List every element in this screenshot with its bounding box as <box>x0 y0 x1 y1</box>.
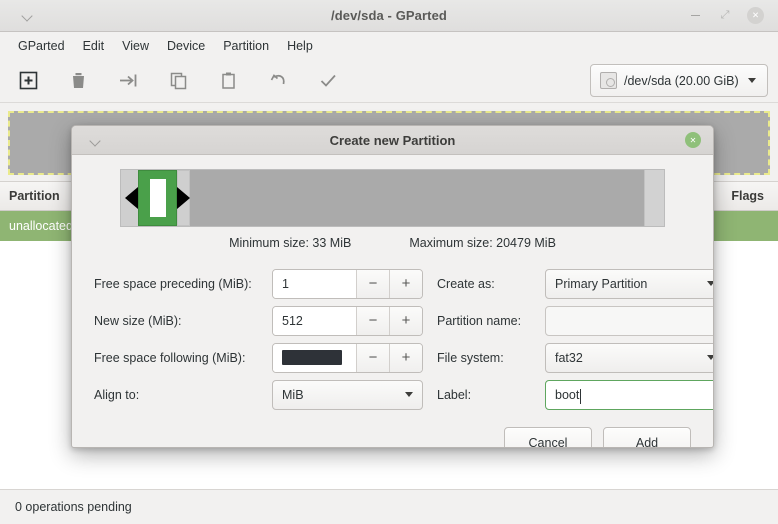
label-field-input[interactable]: boot <box>545 380 714 410</box>
resize-move-button[interactable] <box>110 66 146 96</box>
dialog-form: Free space preceding (MiB): 1 − + New si… <box>94 265 691 413</box>
statusbar-text: 0 operations pending <box>15 500 132 514</box>
visualizer-partition-fill <box>150 179 166 217</box>
titlebar-left-controls <box>0 12 70 19</box>
free-space-following-minus-button[interactable]: − <box>356 344 389 372</box>
apply-button[interactable] <box>310 66 346 96</box>
partition-visualizer[interactable] <box>120 169 665 227</box>
free-space-following-stepper[interactable]: − + <box>272 343 423 373</box>
create-as-dropdown[interactable]: Primary Partition <box>545 269 714 299</box>
new-size-label: New size (MiB): <box>94 314 272 328</box>
dialog-title: Create new Partition <box>72 133 713 148</box>
new-size-plus-button[interactable]: + <box>389 307 422 335</box>
device-selector[interactable]: /dev/sda (20.00 GiB) <box>590 64 768 97</box>
toolbar: /dev/sda (20.00 GiB) <box>0 59 778 103</box>
partition-visualizer-wrap: Minimum size: 33 MiB Maximum size: 20479… <box>94 169 691 250</box>
new-size-stepper[interactable]: 512 − + <box>272 306 423 336</box>
align-to-value: MiB <box>282 388 304 402</box>
visualizer-unallocated <box>190 170 644 226</box>
menu-view[interactable]: View <box>113 36 158 56</box>
device-selector-label: /dev/sda (20.00 GiB) <box>624 74 739 88</box>
row-free-space-preceding: Free space preceding (MiB): 1 − + <box>94 265 423 302</box>
form-left-column: Free space preceding (MiB): 1 − + New si… <box>94 265 423 413</box>
visualizer-new-partition[interactable] <box>138 170 177 226</box>
row-align-to: Align to: MiB <box>94 376 423 413</box>
file-system-label: File system: <box>437 351 545 365</box>
partition-name-label: Partition name: <box>437 314 545 328</box>
row-label: Label: boot <box>437 376 714 413</box>
redacted-value-block <box>282 350 342 365</box>
close-window-button[interactable] <box>747 7 764 24</box>
delete-partition-button[interactable] <box>60 66 96 96</box>
undo-button[interactable] <box>260 66 296 96</box>
maximum-size-label: Maximum size: 20479 MiB <box>409 236 556 250</box>
align-to-label: Align to: <box>94 388 272 402</box>
close-dialog-button[interactable] <box>685 132 701 148</box>
chevron-down-icon <box>707 355 714 360</box>
form-right-column: Create as: Primary Partition Partition n… <box>423 265 714 413</box>
free-space-preceding-label: Free space preceding (MiB): <box>94 277 272 291</box>
resize-left-arrow-icon[interactable] <box>125 187 138 209</box>
size-hints: Minimum size: 33 MiB Maximum size: 20479… <box>120 236 665 250</box>
dialog-titlebar: Create new Partition <box>72 126 713 155</box>
maximize-button[interactable] <box>717 8 733 24</box>
label-field-label: Label: <box>437 388 545 402</box>
menubar: GParted Edit View Device Partition Help <box>0 32 778 59</box>
free-space-preceding-input[interactable]: 1 <box>273 270 356 298</box>
free-space-following-input[interactable] <box>273 344 356 372</box>
create-as-value: Primary Partition <box>555 277 647 291</box>
cancel-button[interactable]: Cancel <box>504 427 592 448</box>
resize-right-arrow-icon[interactable] <box>177 187 190 209</box>
visualizer-right-handle[interactable] <box>644 170 664 226</box>
create-new-partition-dialog: Create new Partition Mini <box>71 125 714 448</box>
free-space-preceding-minus-button[interactable]: − <box>356 270 389 298</box>
menu-gparted[interactable]: GParted <box>9 36 74 56</box>
add-button[interactable]: Add <box>603 427 691 448</box>
chevron-down-icon <box>707 281 714 286</box>
free-space-preceding-stepper[interactable]: 1 − + <box>272 269 423 299</box>
row-partition-name: Partition name: <box>437 302 714 339</box>
row-free-space-following: Free space following (MiB): − + <box>94 339 423 376</box>
partition-name-input[interactable] <box>545 306 714 336</box>
free-space-following-plus-button[interactable]: + <box>389 344 422 372</box>
statusbar: 0 operations pending <box>0 489 778 524</box>
hard-disk-icon <box>600 72 617 89</box>
row-file-system: File system: fat32 <box>437 339 714 376</box>
menu-help[interactable]: Help <box>278 36 322 56</box>
chevron-down-icon <box>405 392 413 397</box>
file-system-value: fat32 <box>555 351 583 365</box>
text-cursor <box>580 389 581 404</box>
row-new-size: New size (MiB): 512 − + <box>94 302 423 339</box>
chevron-down-icon[interactable] <box>90 137 101 144</box>
dialog-body: Minimum size: 33 MiB Maximum size: 20479… <box>72 155 713 413</box>
window-titlebar: /dev/sda - GParted <box>0 0 778 32</box>
window-title: /dev/sda - GParted <box>0 8 778 23</box>
chevron-down-icon <box>748 78 756 83</box>
row-create-as: Create as: Primary Partition <box>437 265 714 302</box>
free-space-preceding-plus-button[interactable]: + <box>389 270 422 298</box>
free-space-following-label: Free space following (MiB): <box>94 351 272 365</box>
create-as-label: Create as: <box>437 277 545 291</box>
menu-edit[interactable]: Edit <box>74 36 114 56</box>
copy-button[interactable] <box>160 66 196 96</box>
menu-device[interactable]: Device <box>158 36 214 56</box>
minimum-size-label: Minimum size: 33 MiB <box>229 236 351 250</box>
dialog-action-buttons: Cancel Add <box>72 413 713 448</box>
window-controls <box>687 7 778 24</box>
minimize-button[interactable] <box>687 8 703 24</box>
label-field-value: boot <box>555 388 579 402</box>
new-size-minus-button[interactable]: − <box>356 307 389 335</box>
gparted-window: /dev/sda - GParted GParted Edit View Dev… <box>0 0 778 524</box>
align-to-dropdown[interactable]: MiB <box>272 380 423 410</box>
menu-partition[interactable]: Partition <box>214 36 278 56</box>
paste-button[interactable] <box>210 66 246 96</box>
new-partition-button[interactable] <box>10 66 46 96</box>
file-system-dropdown[interactable]: fat32 <box>545 343 714 373</box>
chevron-down-icon[interactable] <box>22 12 33 19</box>
new-size-input[interactable]: 512 <box>273 307 356 335</box>
